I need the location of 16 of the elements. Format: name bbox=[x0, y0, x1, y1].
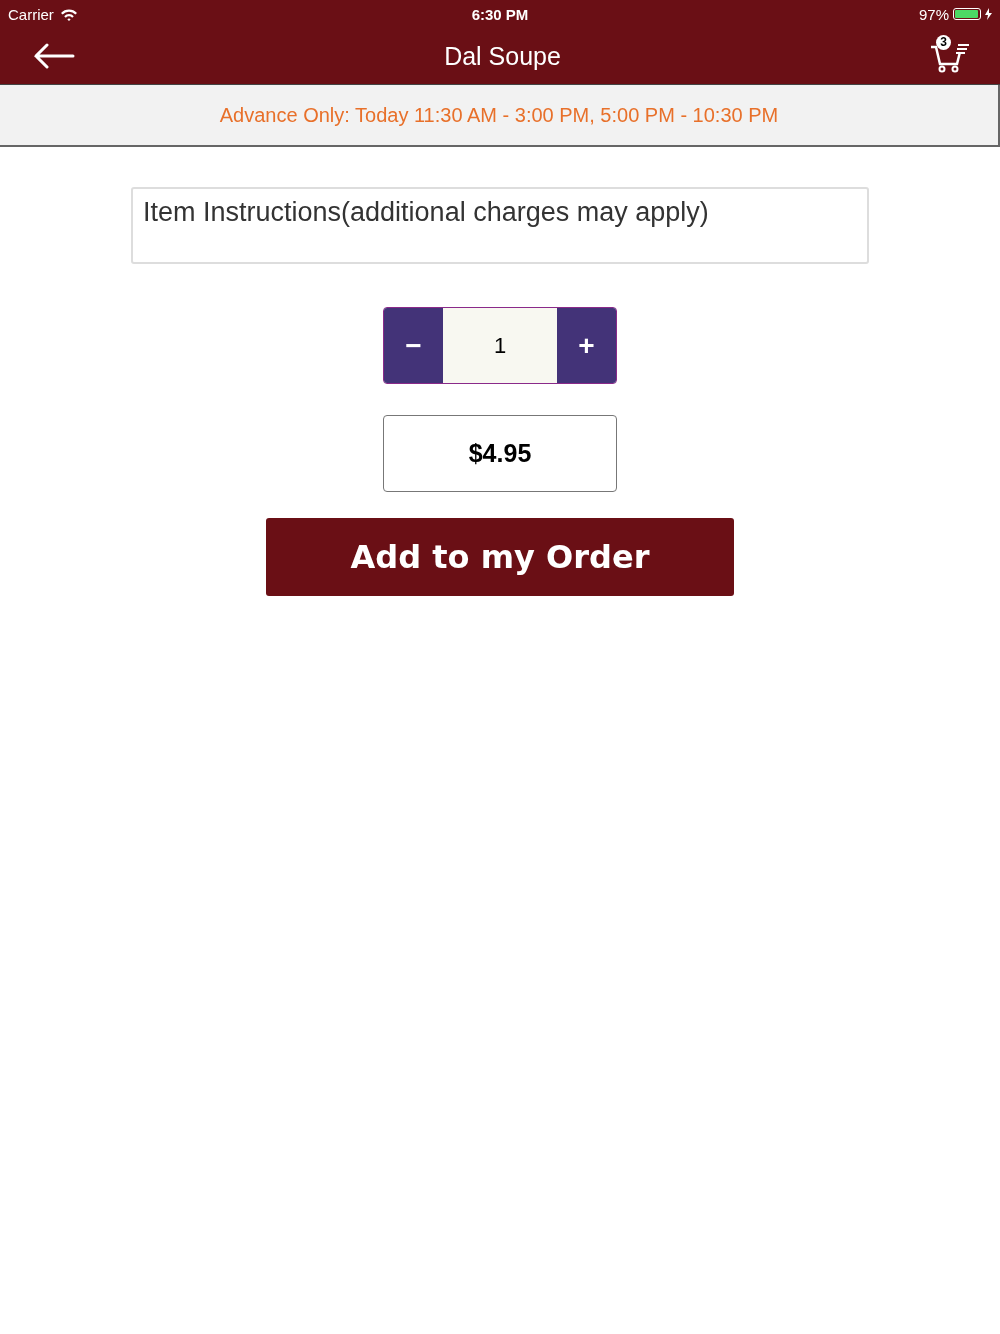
page-title: Dal Soupe bbox=[444, 41, 561, 71]
charging-icon bbox=[985, 8, 992, 20]
quantity-value: 1 bbox=[443, 308, 557, 383]
carrier-name: Carrier bbox=[8, 5, 54, 23]
instructions-field[interactable]: Item Instructions(additional charges may apply) bbox=[131, 187, 869, 264]
add-to-order-button[interactable]: Add to my Order bbox=[266, 518, 734, 596]
battery-icon bbox=[953, 8, 981, 20]
availability-notice: Advance Only: Today 11:30 AM - 3:00 PM, 5:00 PM - 10:30 PM bbox=[219, 103, 779, 127]
clock-time: 6:30 PM bbox=[471, 5, 529, 23]
back-arrow-icon[interactable] bbox=[33, 43, 75, 69]
wifi-icon bbox=[59, 7, 78, 21]
price-display: $4.95 bbox=[383, 415, 617, 492]
battery-percent: 97% bbox=[918, 5, 949, 23]
increase-button[interactable]: + bbox=[557, 308, 616, 383]
cart-count-badge: 3 bbox=[936, 35, 951, 50]
decrease-button[interactable]: − bbox=[384, 308, 443, 383]
